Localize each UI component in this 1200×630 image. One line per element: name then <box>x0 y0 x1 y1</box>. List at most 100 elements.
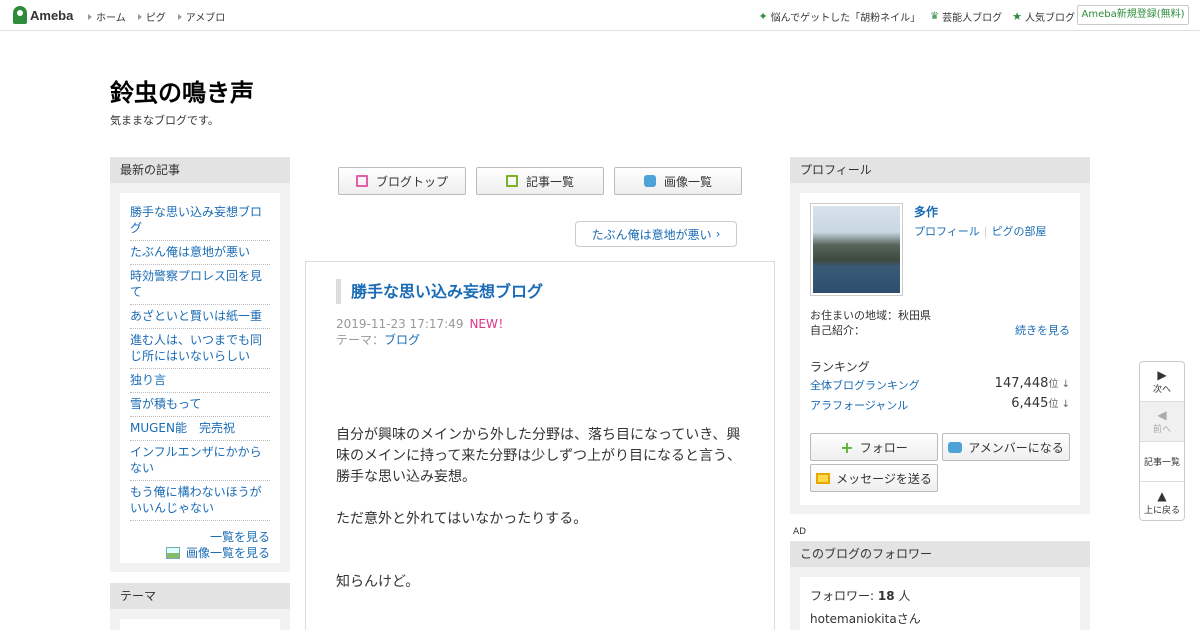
article-paragraph: ただ意外と外れてはいなかったりする。 <box>336 511 588 527</box>
play-right-icon: ▶ <box>1157 368 1167 382</box>
article-theme-link[interactable]: ブログ <box>384 333 420 347</box>
article-title[interactable]: 勝手な思い込み妄想ブログ <box>336 279 543 304</box>
recent-articles-heading: 最新の記事 <box>110 157 290 183</box>
profile-avatar[interactable] <box>810 203 903 296</box>
arrow-right-icon <box>177 13 182 20</box>
ranking-value: 147,448位 ↓ <box>994 376 1070 391</box>
nav-pigg[interactable]: ピグ <box>137 9 166 24</box>
followers-content: フォロワー: 18 人 hotemaniokitaさん <box>800 577 1080 630</box>
profile-links: プロフィール | ピグの部屋 <box>914 223 1047 239</box>
ranking-name-link[interactable]: 全体ブログランキング <box>810 379 920 392</box>
see-all-articles-link[interactable]: 一覧を見る <box>130 529 270 545</box>
recent-article-item[interactable]: 時効警察プロレス回を見て <box>130 265 270 305</box>
see-all-images-link[interactable]: 画像一覧を見る <box>130 545 270 561</box>
recent-article-item[interactable]: 勝手な思い込み妄想ブログ <box>130 201 270 241</box>
image-list-button[interactable]: 画像一覧 <box>614 167 742 195</box>
amember-button[interactable]: アメンバーになる <box>942 433 1070 461</box>
chevron-right-icon: › <box>715 227 721 241</box>
nav-home[interactable]: ホーム <box>88 9 126 24</box>
recent-article-item[interactable]: 進む人は、いつまでも同じ所にはいないらしい <box>130 329 270 369</box>
profile-intro-label: 自己紹介： <box>810 324 865 337</box>
profile-area: お住まいの地域：秋田県 <box>810 309 931 322</box>
recent-article-item[interactable]: 独り言 <box>130 369 270 393</box>
article-body: 自分が興味のメインから外した分野は、落ち目になっていき、興味のメインに持って来た… <box>336 425 746 614</box>
profile-link[interactable]: プロフィール <box>914 225 980 238</box>
ranking-name-link[interactable]: アラフォージャンル <box>810 399 908 412</box>
recent-articles-list: 勝手な思い込み妄想ブログ たぶん俺は意地が悪い 時効警察プロレス回を見て あざと… <box>130 201 270 521</box>
article-list-side-button[interactable]: 記事一覧 <box>1140 442 1184 482</box>
ameba-logo-icon <box>13 6 27 24</box>
global-nav-right: ✦ 悩んでゲットした「胡粉ネイル」 ♛ 芸能人ブログ ★ 人気ブログ <box>748 9 1075 24</box>
blog-top-button[interactable]: ブログトップ <box>338 167 466 195</box>
send-message-button[interactable]: メッセージを送る <box>810 464 938 492</box>
logo-text: Ameba <box>30 7 74 23</box>
recent-article-item[interactable]: もう俺に構わないほうがいいんじゃない <box>130 481 270 521</box>
next-article-button[interactable]: ▶ 次へ <box>1140 362 1184 402</box>
nav-ameblo[interactable]: アメブロ <box>177 9 225 24</box>
recent-article-item[interactable]: MUGEN能 完売祝 <box>130 417 270 441</box>
ranking-row: アラフォージャンル 6,445位 ↓ <box>810 396 1070 413</box>
theme-heading: テーマ <box>110 583 290 609</box>
ameba-logo[interactable]: Ameba <box>13 6 73 24</box>
article-paragraph: 知らんけど。 <box>336 574 420 590</box>
theme-panel: テーマ <box>110 583 290 630</box>
theme-list-container <box>120 619 280 630</box>
back-to-top-button[interactable]: ▲ 上に戻る <box>1140 482 1184 522</box>
prev-article-button[interactable]: ◀ 前へ <box>1140 402 1184 442</box>
blog-title[interactable]: 鈴虫の鳴き声 <box>110 73 254 108</box>
nav-popular-blog[interactable]: ★ 人気ブログ <box>1012 9 1075 24</box>
envelope-icon <box>816 472 831 484</box>
recent-article-item[interactable]: あざといと賢いは紙一重 <box>130 305 270 329</box>
arrow-up-icon: ▲ <box>1157 488 1167 503</box>
article-theme: テーマ：ブログ <box>336 333 421 347</box>
recent-article-item[interactable]: インフルエンザにかからない <box>130 441 270 481</box>
arrow-right-icon <box>88 13 92 20</box>
speech-bubble-icon <box>948 441 963 453</box>
ranking-label: ランキング <box>810 360 870 374</box>
global-nav-left: ホーム ピグ アメブロ <box>88 9 237 24</box>
next-post-link[interactable]: たぶん俺は意地が悪い › <box>575 221 737 247</box>
followers-panel: このブログのフォロワー フォロワー: 18 人 hotemaniokitaさん <box>790 541 1090 630</box>
arrow-down-icon: ↓ <box>1058 399 1070 410</box>
arrow-down-icon: ↓ <box>1058 379 1070 390</box>
follower-count: フォロワー: 18 人 <box>810 589 911 603</box>
follow-button[interactable]: + フォロー <box>810 433 938 461</box>
followers-heading: このブログのフォロワー <box>790 541 1090 567</box>
copy-document-icon <box>505 175 518 187</box>
avatar-image <box>813 206 900 293</box>
camera-icon <box>643 175 656 187</box>
nav-promo[interactable]: ✦ 悩んでゲットした「胡粉ネイル」 <box>758 9 920 24</box>
global-header: Ameba ホーム ピグ アメブロ ✦ 悩んでゲットした「胡粉ネイル」 ♛ 芸能人ブ… <box>0 0 1200 31</box>
play-left-icon: ◀ <box>1157 408 1167 422</box>
pigg-room-link[interactable]: ピグの部屋 <box>992 225 1047 238</box>
profile-heading: プロフィール <box>790 157 1090 183</box>
ranking-row: 全体ブログランキング 147,448位 ↓ <box>810 376 1070 393</box>
star-icon: ✦ <box>758 10 768 23</box>
profile-panel: プロフィール 多作 プロフィール | ピグの部屋 お住まいの地域：秋田県 自己紹介：… <box>790 157 1090 514</box>
document-icon <box>355 175 368 187</box>
article-paragraph: 自分が興味のメインから外した分野は、落ち目になっていき、興味のメインに持って来た… <box>336 427 742 485</box>
new-badge: NEW！ <box>469 317 510 331</box>
profile-read-more-link[interactable]: 続きを見る <box>1015 322 1070 338</box>
recent-articles-panel: 最新の記事 勝手な思い込み妄想ブログ たぶん俺は意地が悪い 時効警察プロレス回を… <box>110 157 290 572</box>
plus-icon: + <box>840 437 854 457</box>
star-icon: ★ <box>1012 10 1022 23</box>
blog-description: 気ままなブログです。 <box>110 114 219 127</box>
image-list-icon <box>165 547 180 559</box>
crown-icon: ♛ <box>930 11 940 22</box>
article: 勝手な思い込み妄想ブログ 2019-11-23 17:17:49 NEW！ テーマ… <box>305 261 775 630</box>
ranking-value: 6,445位 ↓ <box>1011 396 1070 411</box>
article-date: 2019-11-23 17:17:49 NEW！ <box>336 317 510 331</box>
arrow-right-icon <box>137 13 142 20</box>
ad-label: AD <box>793 527 807 537</box>
nav-celebrity-blog[interactable]: ♛ 芸能人ブログ <box>930 9 1002 24</box>
profile-name[interactable]: 多作 <box>914 203 938 220</box>
article-list-button[interactable]: 記事一覧 <box>476 167 604 195</box>
recent-article-item[interactable]: 雪が積もって <box>130 393 270 417</box>
floating-side-nav: ▶ 次へ ◀ 前へ 記事一覧 ▲ 上に戻る <box>1139 361 1185 521</box>
recent-article-item[interactable]: たぶん俺は意地が悪い <box>130 241 270 265</box>
separator: | <box>983 225 988 238</box>
signup-button[interactable]: Ameba新規登録(無料) <box>1077 5 1189 25</box>
recent-articles-list-container: 勝手な思い込み妄想ブログ たぶん俺は意地が悪い 時効警察プロレス回を見て あざと… <box>120 193 280 563</box>
follower-name[interactable]: hotemaniokitaさん <box>810 610 1070 627</box>
